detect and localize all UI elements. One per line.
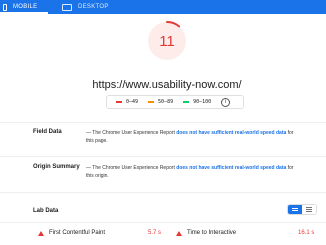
phone-icon	[3, 3, 7, 11]
legend-item-fail: 0–49	[116, 99, 138, 105]
metric-value: 5.7 s	[148, 230, 162, 236]
red-dash-icon	[116, 101, 122, 103]
section-divider	[0, 222, 326, 223]
performance-score: 11	[159, 33, 175, 50]
origin-summary-title: Origin Summary	[33, 164, 80, 170]
top-tab-bar: MOBILE DESKTOP	[0, 0, 326, 14]
monitor-icon	[62, 3, 72, 11]
origin-summary-text: — The Chrome User Experience Report does…	[86, 164, 302, 180]
origin-summary-link[interactable]: does not have sufficient real-world spee…	[176, 165, 286, 171]
tab-mobile-label: MOBILE	[13, 4, 38, 10]
fail-triangle-icon	[38, 230, 44, 236]
section-divider	[0, 192, 326, 193]
tab-desktop[interactable]: DESKTOP	[62, 0, 109, 14]
section-divider	[0, 156, 326, 157]
legend-item-average: 50–89	[148, 99, 173, 105]
metric-label: First Contentful Paint	[49, 230, 106, 236]
legend-range-average: 50–89	[158, 99, 174, 105]
metric-value: 16.1 s	[298, 230, 315, 236]
field-data-link[interactable]: does not have sufficient real-world spee…	[176, 130, 286, 136]
detail-view-button[interactable]	[302, 205, 316, 214]
metric-time-to-interactive: Time to Interactive	[176, 230, 236, 236]
info-icon[interactable]: i	[221, 97, 231, 107]
list-view-button[interactable]	[288, 205, 302, 214]
field-data-prefix: — The Chrome User Experience Report	[86, 130, 177, 136]
origin-summary-prefix: — The Chrome User Experience Report	[86, 165, 177, 171]
list-view-icon	[292, 208, 298, 211]
detail-view-icon	[306, 207, 312, 212]
orange-dash-icon	[148, 101, 155, 103]
legend-range-pass: 90–100	[193, 99, 212, 105]
tab-desktop-label: DESKTOP	[78, 4, 109, 10]
green-dash-icon	[183, 101, 190, 103]
metric-first-contentful-paint: First Contentful Paint	[38, 230, 105, 236]
score-legend: 0–49 50–89 90–100 i	[106, 95, 244, 109]
legend-item-pass: 90–100	[183, 99, 211, 105]
field-data-text: — The Chrome User Experience Report does…	[86, 129, 302, 145]
metric-label: Time to Interactive	[187, 230, 237, 236]
legend-range-fail: 0–49	[126, 99, 139, 105]
fail-triangle-icon	[176, 230, 182, 236]
lab-data-title: Lab Data	[33, 208, 59, 214]
active-tab-indicator	[0, 12, 48, 14]
field-data-title: Field Data	[33, 129, 62, 135]
view-toggle[interactable]	[287, 204, 317, 215]
page-url: https://www.usability-now.com/	[92, 79, 242, 91]
section-divider	[0, 122, 326, 123]
